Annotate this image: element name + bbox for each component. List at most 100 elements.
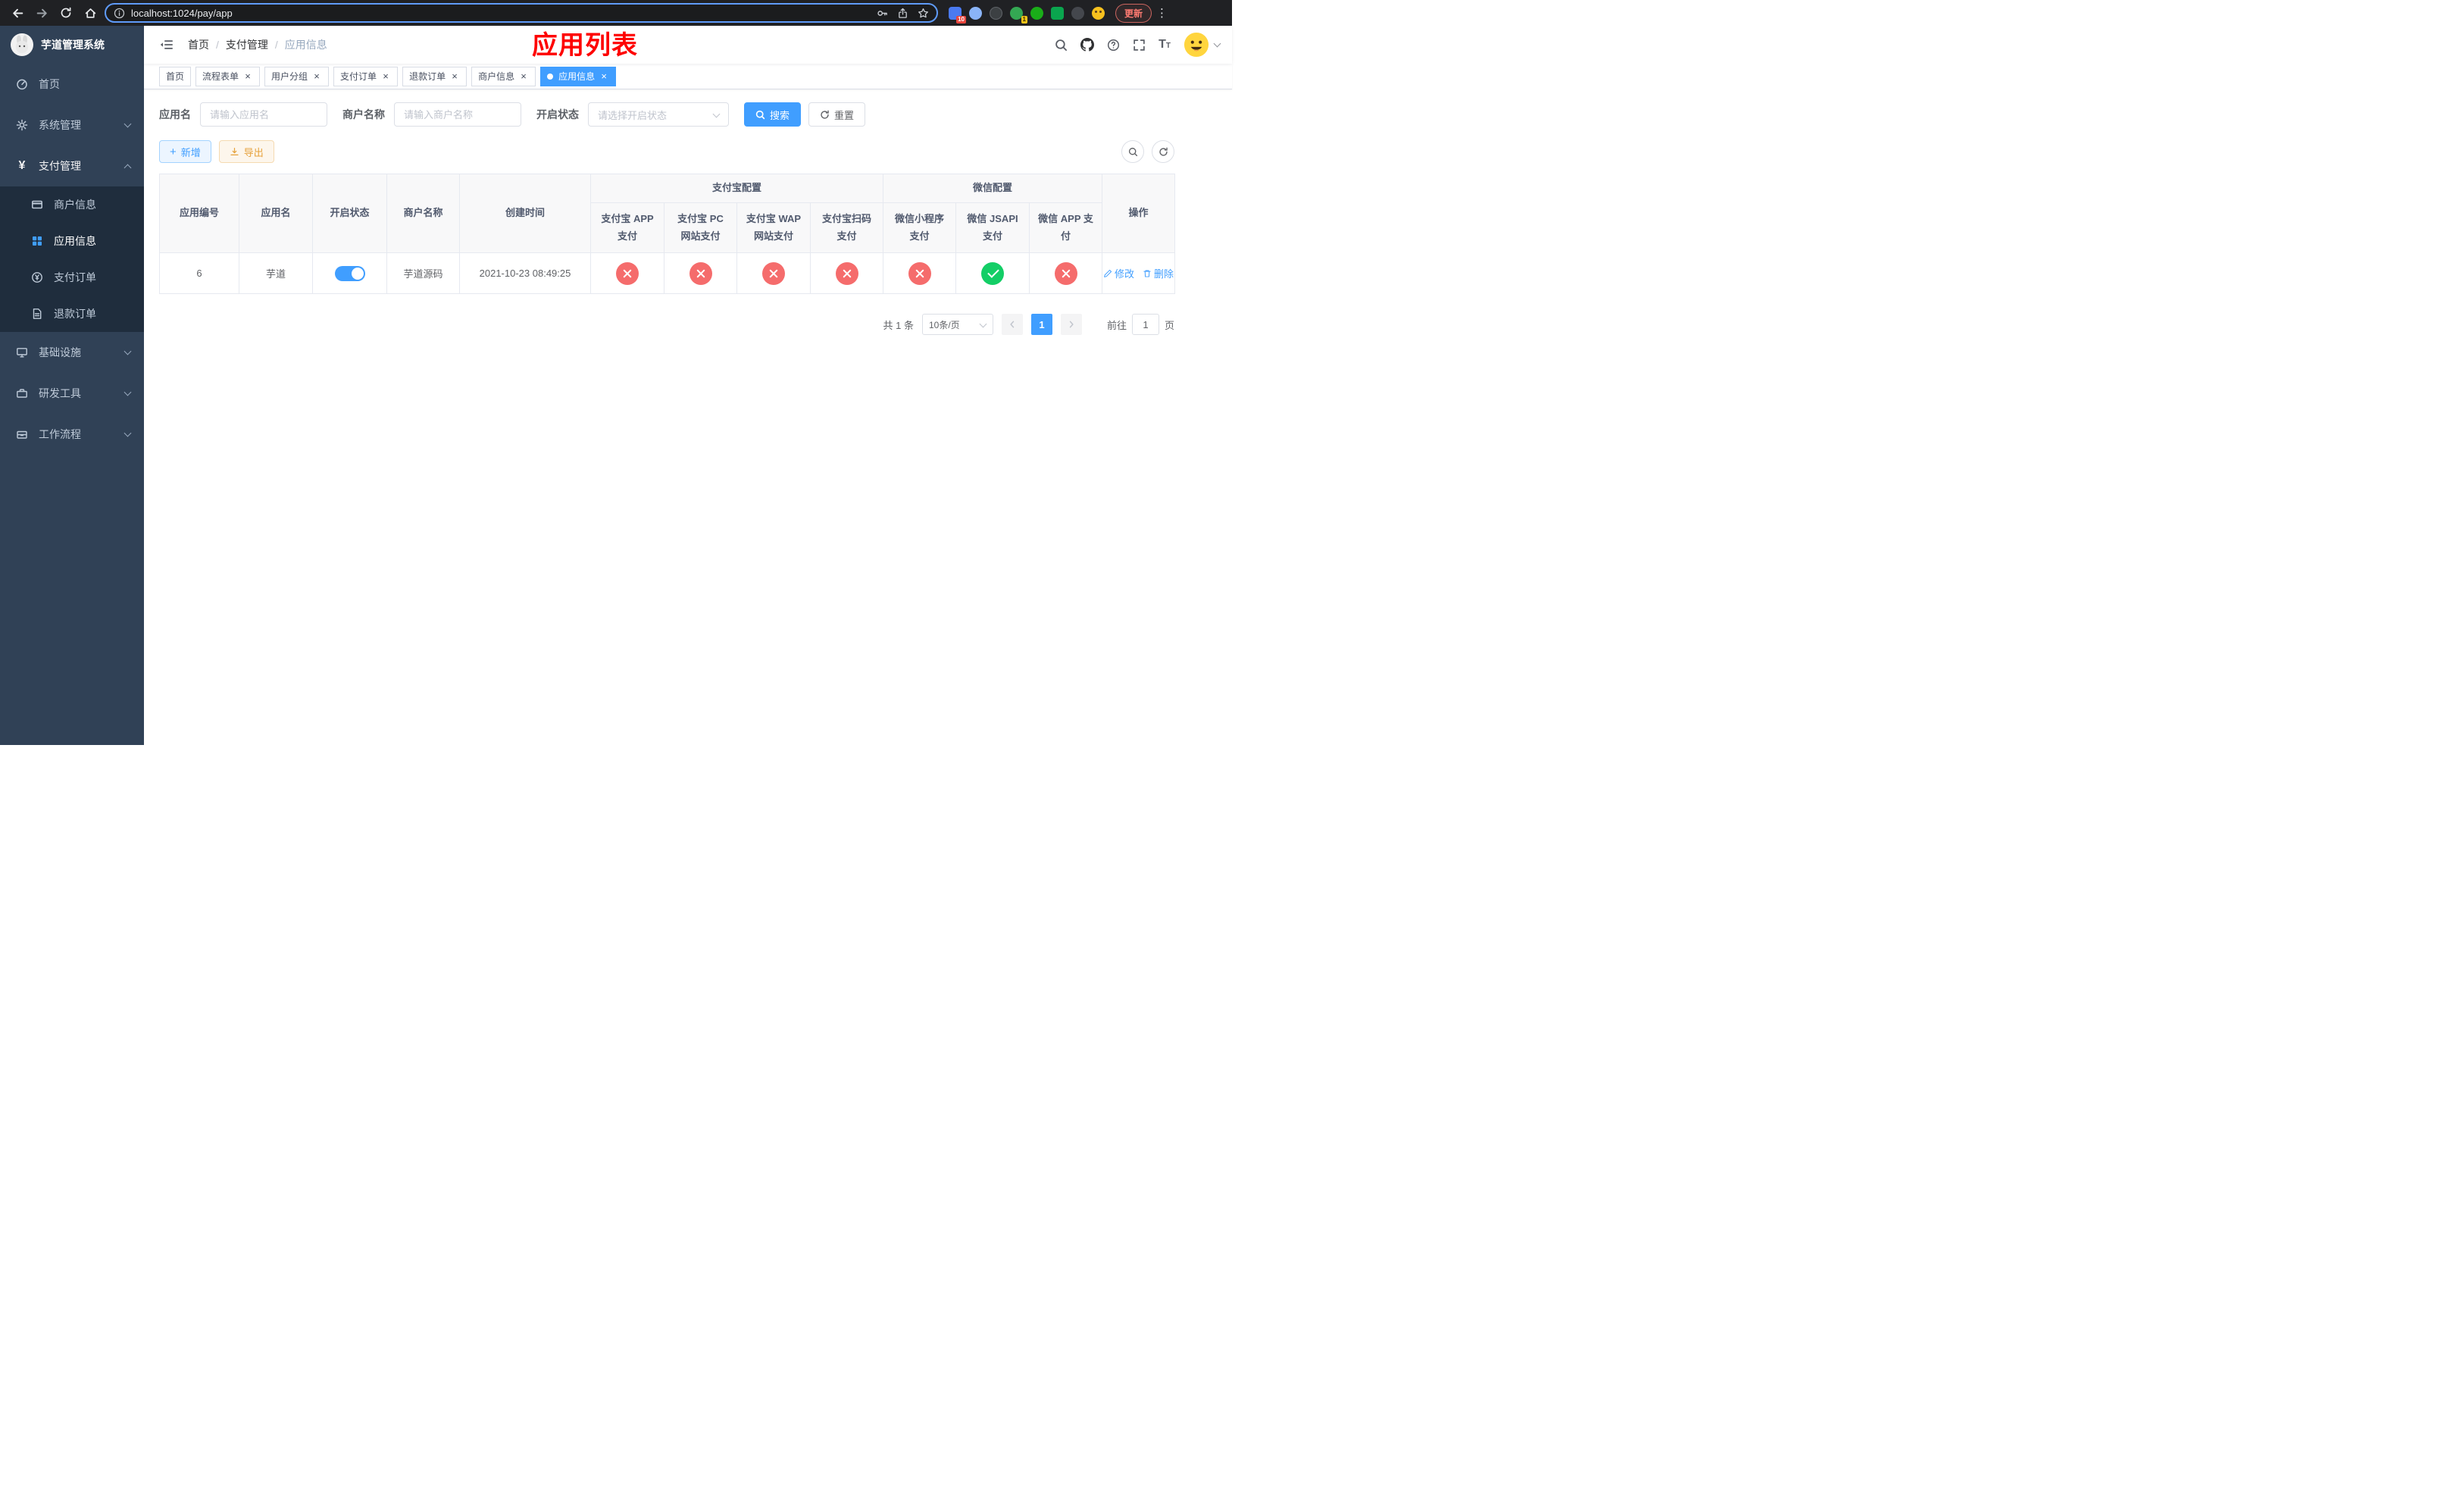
extension-icon-5[interactable] — [1030, 6, 1043, 20]
user-menu[interactable] — [1184, 32, 1221, 58]
font-size-button[interactable]: TT — [1159, 39, 1171, 51]
profile-avatar-icon[interactable] — [1092, 6, 1105, 20]
chevron-down-icon — [124, 429, 132, 437]
tabs-bar: 首页 流程表单 × 用户分组 × 支付订单 × 退款订单 × 商户信息 × 应用信息 × — [144, 64, 1232, 89]
tab-close-icon[interactable]: × — [242, 71, 253, 82]
tab-close-icon[interactable]: × — [599, 71, 609, 82]
goto-page-input[interactable] — [1131, 314, 1159, 335]
tab-merchant-info[interactable]: 商户信息 × — [471, 66, 536, 86]
app-logo: 芋道管理系统 — [0, 26, 144, 64]
delete-link[interactable]: 删除 — [1143, 266, 1174, 280]
tab-close-icon[interactable]: × — [518, 71, 529, 82]
bookmark-star-icon[interactable] — [918, 8, 929, 19]
chevron-down-icon — [124, 388, 132, 396]
cell-app-name: 芋道 — [239, 252, 313, 294]
export-button[interactable]: 导出 — [218, 140, 274, 163]
sidebar-item-payment[interactable]: ¥ 支付管理 — [0, 146, 144, 186]
wx-mini-status-icon — [908, 261, 931, 285]
extension-badge-4: 1 — [1021, 15, 1027, 23]
github-button[interactable] — [1080, 38, 1095, 52]
extension-icon-4[interactable]: 1 — [1010, 6, 1027, 23]
chevron-down-icon — [979, 320, 987, 328]
sidebar-item-dev-tools[interactable]: 研发工具 — [0, 373, 144, 414]
edit-link[interactable]: 修改 — [1103, 266, 1134, 280]
col-header-created: 创建时间 — [459, 174, 591, 253]
col-header-actions: 操作 — [1102, 174, 1176, 253]
fullscreen-button[interactable] — [1133, 39, 1146, 52]
toolbox-icon — [15, 387, 29, 399]
cell-alipay-pc — [664, 252, 737, 294]
reload-button[interactable] — [56, 3, 76, 23]
sidebar-item-label: 支付管理 — [39, 160, 81, 172]
reset-button[interactable]: 重置 — [808, 102, 866, 127]
tab-close-icon[interactable]: × — [380, 71, 391, 82]
search-button[interactable]: 搜索 — [744, 102, 802, 127]
sidebar-item-home[interactable]: 首页 — [0, 64, 144, 105]
sidebar-item-label: 研发工具 — [39, 387, 81, 399]
sidebar-item-infrastructure[interactable]: 基础设施 — [0, 332, 144, 373]
col-header-alipay-qr: 支付宝扫码支付 — [809, 202, 884, 253]
home-icon — [85, 8, 95, 18]
tab-pay-order[interactable]: 支付订单 × — [333, 66, 399, 86]
url-text: localhost:1024/pay/app — [131, 7, 233, 19]
page-size-select[interactable]: 10条/页 — [921, 314, 993, 335]
app-title: 芋道管理系统 — [41, 39, 105, 51]
caret-down-icon — [1213, 39, 1221, 48]
tab-user-group[interactable]: 用户分组 × — [264, 66, 330, 86]
alipay-wap-status-icon — [762, 261, 785, 285]
sidebar-item-merchant-info[interactable]: 商户信息 — [0, 186, 144, 223]
col-header-wx-app: 微信 APP 支付 — [1029, 202, 1103, 253]
monitor-icon — [15, 346, 29, 358]
app-table: 应用编号 应用名 开启状态 商户名称 创建时间 支付宝配置 微信配置 操作 支付… — [159, 174, 1176, 294]
extension-icon-1[interactable]: 10 — [949, 6, 966, 23]
browser-menu-icon[interactable]: ⋮ — [1156, 6, 1168, 20]
forward-icon — [36, 8, 47, 17]
app-name-input[interactable] — [200, 102, 327, 127]
docs-help-button[interactable] — [1107, 39, 1120, 52]
extension-icon-2[interactable] — [969, 6, 982, 20]
sidebar-item-refund-order[interactable]: 退款订单 — [0, 296, 144, 332]
extension-icon-3[interactable] — [990, 6, 1002, 20]
toggle-search-button[interactable] — [1121, 140, 1144, 163]
share-icon[interactable] — [897, 8, 908, 19]
tab-app-info[interactable]: 应用信息 × — [540, 66, 617, 86]
chevron-right-icon — [1069, 321, 1074, 328]
forward-button[interactable] — [32, 3, 52, 23]
extension-icon-7[interactable] — [1071, 6, 1084, 20]
app-name-label: 应用名 — [159, 108, 191, 121]
sidebar-item-pay-order[interactable]: 支付订单 — [0, 259, 144, 296]
sidebar-item-workflow[interactable]: 工作流程 — [0, 414, 144, 455]
enabled-toggle[interactable] — [334, 265, 365, 281]
home-button[interactable] — [80, 3, 100, 23]
prev-page-button[interactable] — [1001, 314, 1023, 335]
cell-wx-jsapi — [955, 252, 1030, 294]
pagination: 共 1 条 10条/页 1 前往 页 — [159, 314, 1174, 335]
password-key-icon[interactable] — [877, 8, 888, 19]
tab-refund-order[interactable]: 退款订单 × — [402, 66, 467, 86]
sidebar-item-app-info[interactable]: 应用信息 — [0, 223, 144, 259]
tab-close-icon[interactable]: × — [311, 71, 322, 82]
back-button[interactable] — [8, 3, 27, 23]
breadcrumb-home[interactable]: 首页 — [188, 37, 209, 52]
merchant-name-input[interactable] — [394, 102, 521, 127]
sidebar-item-system[interactable]: 系统管理 — [0, 105, 144, 146]
page-1-button[interactable]: 1 — [1030, 314, 1052, 335]
site-info-icon[interactable] — [114, 8, 125, 19]
sidebar-collapse-button[interactable] — [156, 34, 177, 55]
merchant-name-label: 商户名称 — [342, 108, 385, 121]
tab-close-icon[interactable]: × — [449, 71, 460, 82]
add-button[interactable]: + 新增 — [159, 140, 211, 163]
refresh-table-button[interactable] — [1152, 140, 1174, 163]
tab-process-form[interactable]: 流程表单 × — [195, 66, 261, 86]
chevron-left-icon — [1010, 321, 1015, 328]
address-bar[interactable]: localhost:1024/pay/app — [105, 3, 938, 23]
browser-update-button[interactable]: 更新 — [1115, 3, 1152, 23]
next-page-button[interactable] — [1060, 314, 1082, 335]
sidebar: 芋道管理系统 首页 系统管理 ¥ 支付管理 商户信息 应用信息 支付订单 退款订… — [0, 26, 144, 745]
breadcrumb-section[interactable]: 支付管理 — [226, 37, 268, 52]
download-icon — [230, 147, 239, 155]
tab-home[interactable]: 首页 — [159, 66, 192, 86]
header-search-button[interactable] — [1055, 39, 1068, 52]
extension-icon-6[interactable] — [1051, 6, 1064, 20]
status-select[interactable]: 请选择开启状态 — [588, 102, 729, 127]
